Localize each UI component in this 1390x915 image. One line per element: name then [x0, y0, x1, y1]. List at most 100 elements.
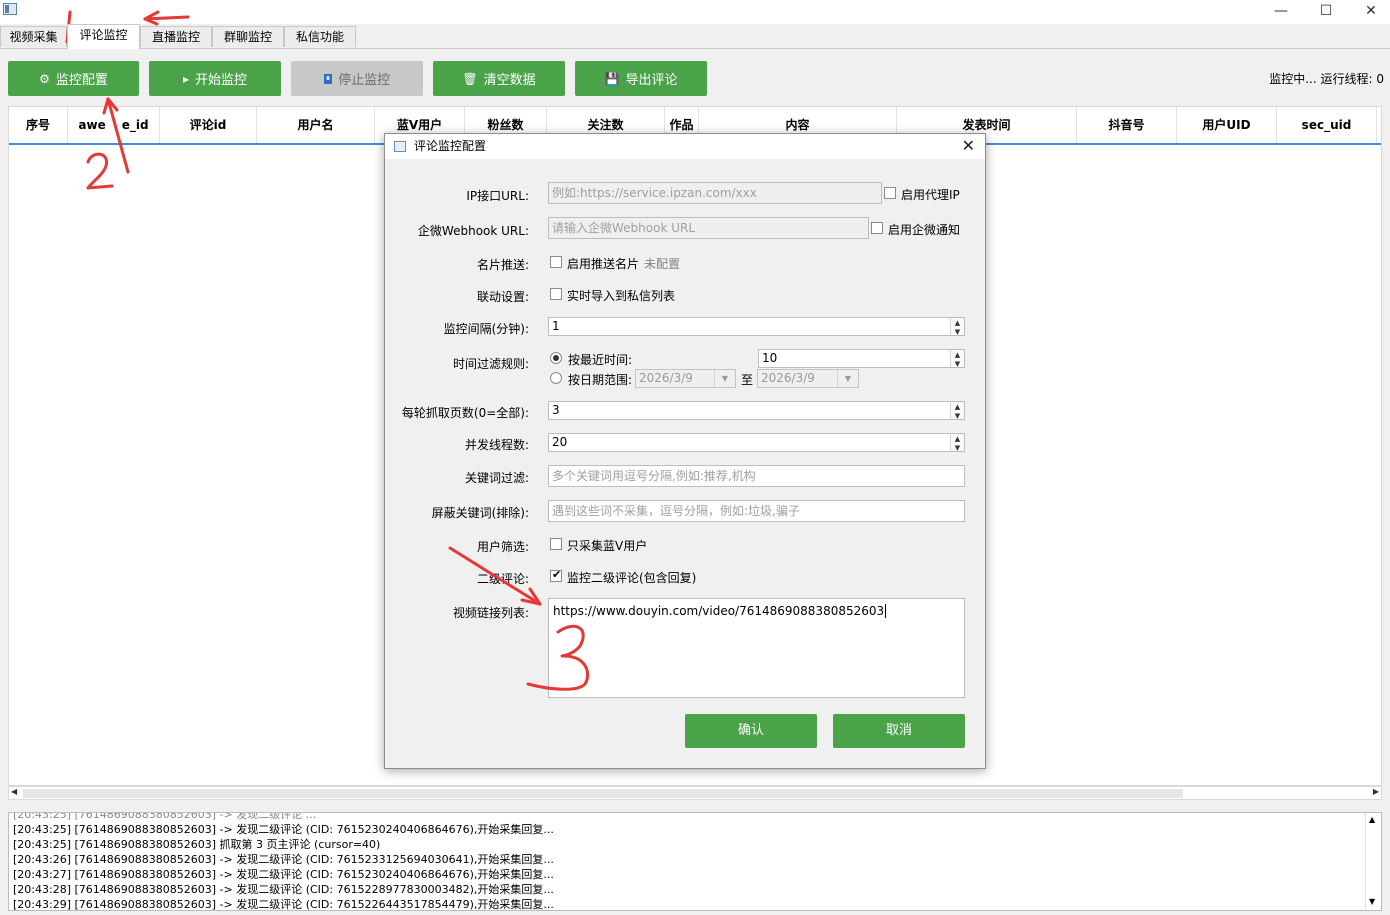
col-sec-uid[interactable]: sec_uid: [1277, 107, 1377, 143]
threads-value: 20: [552, 435, 568, 449]
tab-live-monitor[interactable]: 直播监控: [140, 26, 212, 47]
col-user-uid[interactable]: 用户UID: [1177, 107, 1277, 143]
log-vertical-scrollbar[interactable]: ▲ ▼: [1365, 813, 1381, 910]
title-bar: — ☐ ✕: [0, 0, 1390, 24]
stop-monitor-button[interactable]: ⏸ 停止监控: [291, 61, 423, 96]
log-panel[interactable]: [20:43:25] [7614869088380852603] -> 发现二级…: [8, 812, 1382, 911]
tab-private-message[interactable]: 私信功能: [284, 26, 356, 47]
second-level-label: 二级评论:: [476, 572, 529, 586]
keyword-filter-label: 关键词过滤:: [464, 471, 529, 485]
spin-arrows-icon[interactable]: ▲ ▼: [950, 350, 964, 367]
bluev-only-checkbox[interactable]: [550, 538, 562, 550]
monitor-config-button[interactable]: ⚙ 监控配置: [8, 61, 139, 96]
block-keyword-placeholder: 遇到这些词不采集，逗号分隔，例如:垃圾,骗子: [552, 504, 800, 518]
dialog-app-icon: [394, 141, 406, 152]
video-list-label: 视频链接列表:: [452, 606, 529, 620]
col-username[interactable]: 用户名: [257, 107, 375, 143]
card-push-checkbox[interactable]: [550, 256, 562, 268]
minimize-icon[interactable]: —: [1258, 0, 1304, 22]
export-comments-button[interactable]: 💾 导出评论: [575, 61, 707, 96]
keyword-filter-placeholder: 多个关键词用逗号分隔,例如:推荐,机构: [552, 469, 756, 483]
start-monitor-button[interactable]: ▸ 开始监控: [149, 61, 281, 96]
proxy-checkbox[interactable]: [884, 187, 896, 199]
dialog-title-bar: 评论监控配置 ✕: [385, 134, 985, 159]
date-from-select[interactable]: 2026/3/9 ▼: [635, 369, 736, 388]
spin-arrows-icon[interactable]: ▲ ▼: [950, 318, 964, 335]
clear-data-label: 清空数据: [483, 73, 536, 88]
spin-arrows-icon[interactable]: ▲ ▼: [950, 434, 964, 451]
pages-value: 3: [552, 403, 560, 417]
recent-time-radio[interactable]: [550, 352, 562, 364]
video-list-textarea[interactable]: https://www.douyin.com/video/76148690883…: [548, 598, 965, 698]
keyword-filter-input[interactable]: 多个关键词用逗号分隔,例如:推荐,机构: [548, 465, 965, 487]
log-line: [20:43:25] [7614869088380852603] -> 发现二级…: [13, 823, 554, 836]
webhook-label: 企微Webhook URL:: [417, 224, 529, 238]
webhook-checkbox[interactable]: [871, 222, 883, 234]
card-push-status: 未配置: [644, 257, 681, 271]
log-line: [20:43:28] [7614869088380852603] -> 发现二级…: [13, 883, 554, 896]
tab-group-monitor[interactable]: 群聊监控: [212, 26, 284, 47]
tab-bar: 视频采集 评论监控 直播监控 群聊监控 私信功能: [0, 24, 1390, 49]
export-comments-label: 导出评论: [625, 73, 678, 88]
webhook-input[interactable]: 请输入企微Webhook URL: [548, 217, 869, 239]
link-setting-label: 联动设置:: [476, 290, 529, 304]
gear-icon: ⚙: [39, 71, 50, 86]
second-level-option: 监控二级评论(包含回复): [567, 571, 697, 585]
save-icon: 💾: [604, 71, 620, 86]
scroll-down-icon[interactable]: ▼: [1369, 897, 1375, 906]
interval-value: 1: [552, 319, 560, 333]
ip-url-label: IP接口URL:: [466, 189, 529, 203]
interval-spinbox[interactable]: 1 ▲ ▼: [548, 317, 965, 336]
date-to-select[interactable]: 2026/3/9 ▼: [757, 369, 859, 388]
scrollbar-thumb[interactable]: [23, 789, 1183, 798]
trash-icon: 🗑: [462, 71, 478, 86]
log-line: [20:43:26] [7614869088380852603] -> 发现二级…: [13, 853, 554, 866]
date-range-label: 按日期范围:: [568, 373, 633, 387]
scroll-right-icon[interactable]: ▶: [1373, 787, 1379, 796]
monitor-config-dialog: 评论监控配置 ✕ IP接口URL: 例如:https://service.ipz…: [384, 133, 986, 769]
second-level-checkbox[interactable]: [550, 568, 562, 582]
stop-monitor-label: 停止监控: [338, 73, 391, 88]
maximize-icon[interactable]: ☐: [1303, 0, 1349, 22]
link-setting-checkbox[interactable]: [550, 288, 562, 300]
cancel-button[interactable]: 取消: [833, 714, 965, 748]
confirm-button[interactable]: 确认: [685, 714, 817, 748]
date-range-radio[interactable]: [550, 372, 562, 384]
tab-comment-monitor[interactable]: 评论监控: [67, 24, 140, 49]
recent-time-spinbox[interactable]: 10 ▲ ▼: [758, 349, 965, 368]
play-icon: ▸: [182, 71, 189, 86]
spin-arrows-icon[interactable]: ▲ ▼: [950, 402, 964, 419]
pages-label: 每轮抓取页数(0=全部):: [401, 406, 529, 420]
recent-time-value: 10: [762, 351, 778, 365]
date-to-label: 至: [741, 373, 754, 387]
close-icon[interactable]: ✕: [1348, 0, 1390, 22]
dialog-title: 评论监控配置: [414, 139, 487, 153]
pages-spinbox[interactable]: 3 ▲ ▼: [548, 401, 965, 420]
col-aweme-id[interactable]: awe e_id: [68, 107, 160, 143]
col-index[interactable]: 序号: [9, 107, 68, 143]
block-keyword-input[interactable]: 遇到这些词不采集，逗号分隔，例如:垃圾,骗子: [548, 500, 965, 522]
date-from-value: 2026/3/9: [639, 371, 693, 385]
tab-video-collect[interactable]: 视频采集: [0, 26, 67, 47]
col-aweme-id-part1: awe: [78, 118, 106, 132]
user-filter-label: 用户筛选:: [476, 540, 529, 554]
log-line: [20:43:29] [7614869088380852603] -> 发现二级…: [13, 898, 554, 911]
recent-time-label: 按最近时间:: [568, 353, 633, 367]
scroll-left-icon[interactable]: ◀: [11, 787, 17, 796]
card-push-option: 启用推送名片: [567, 257, 640, 271]
horizontal-scrollbar[interactable]: ◀ ▶: [8, 786, 1382, 800]
block-keyword-label: 屏蔽关键词(排除):: [431, 506, 529, 520]
clear-data-button[interactable]: 🗑 清空数据: [433, 61, 565, 96]
ip-url-input[interactable]: 例如:https://service.ipzan.com/xxx: [548, 182, 882, 204]
dialog-close-icon[interactable]: ✕: [962, 136, 975, 156]
log-line: [20:43:27] [7614869088380852603] -> 发现二级…: [13, 868, 554, 881]
log-lines: [20:43:25] [7614869088380852603] -> 发现二级…: [13, 813, 1353, 911]
scroll-up-icon[interactable]: ▲: [1369, 815, 1375, 824]
chevron-down-icon: ▼: [714, 370, 735, 387]
col-comment-id[interactable]: 评论id: [160, 107, 257, 143]
threads-spinbox[interactable]: 20 ▲ ▼: [548, 433, 965, 452]
time-filter-label: 时间过滤规则:: [452, 357, 529, 371]
col-aweme-id-part2: e_id: [121, 118, 149, 132]
pause-icon: ⏸: [323, 73, 333, 84]
col-douyin-id[interactable]: 抖音号: [1077, 107, 1177, 143]
